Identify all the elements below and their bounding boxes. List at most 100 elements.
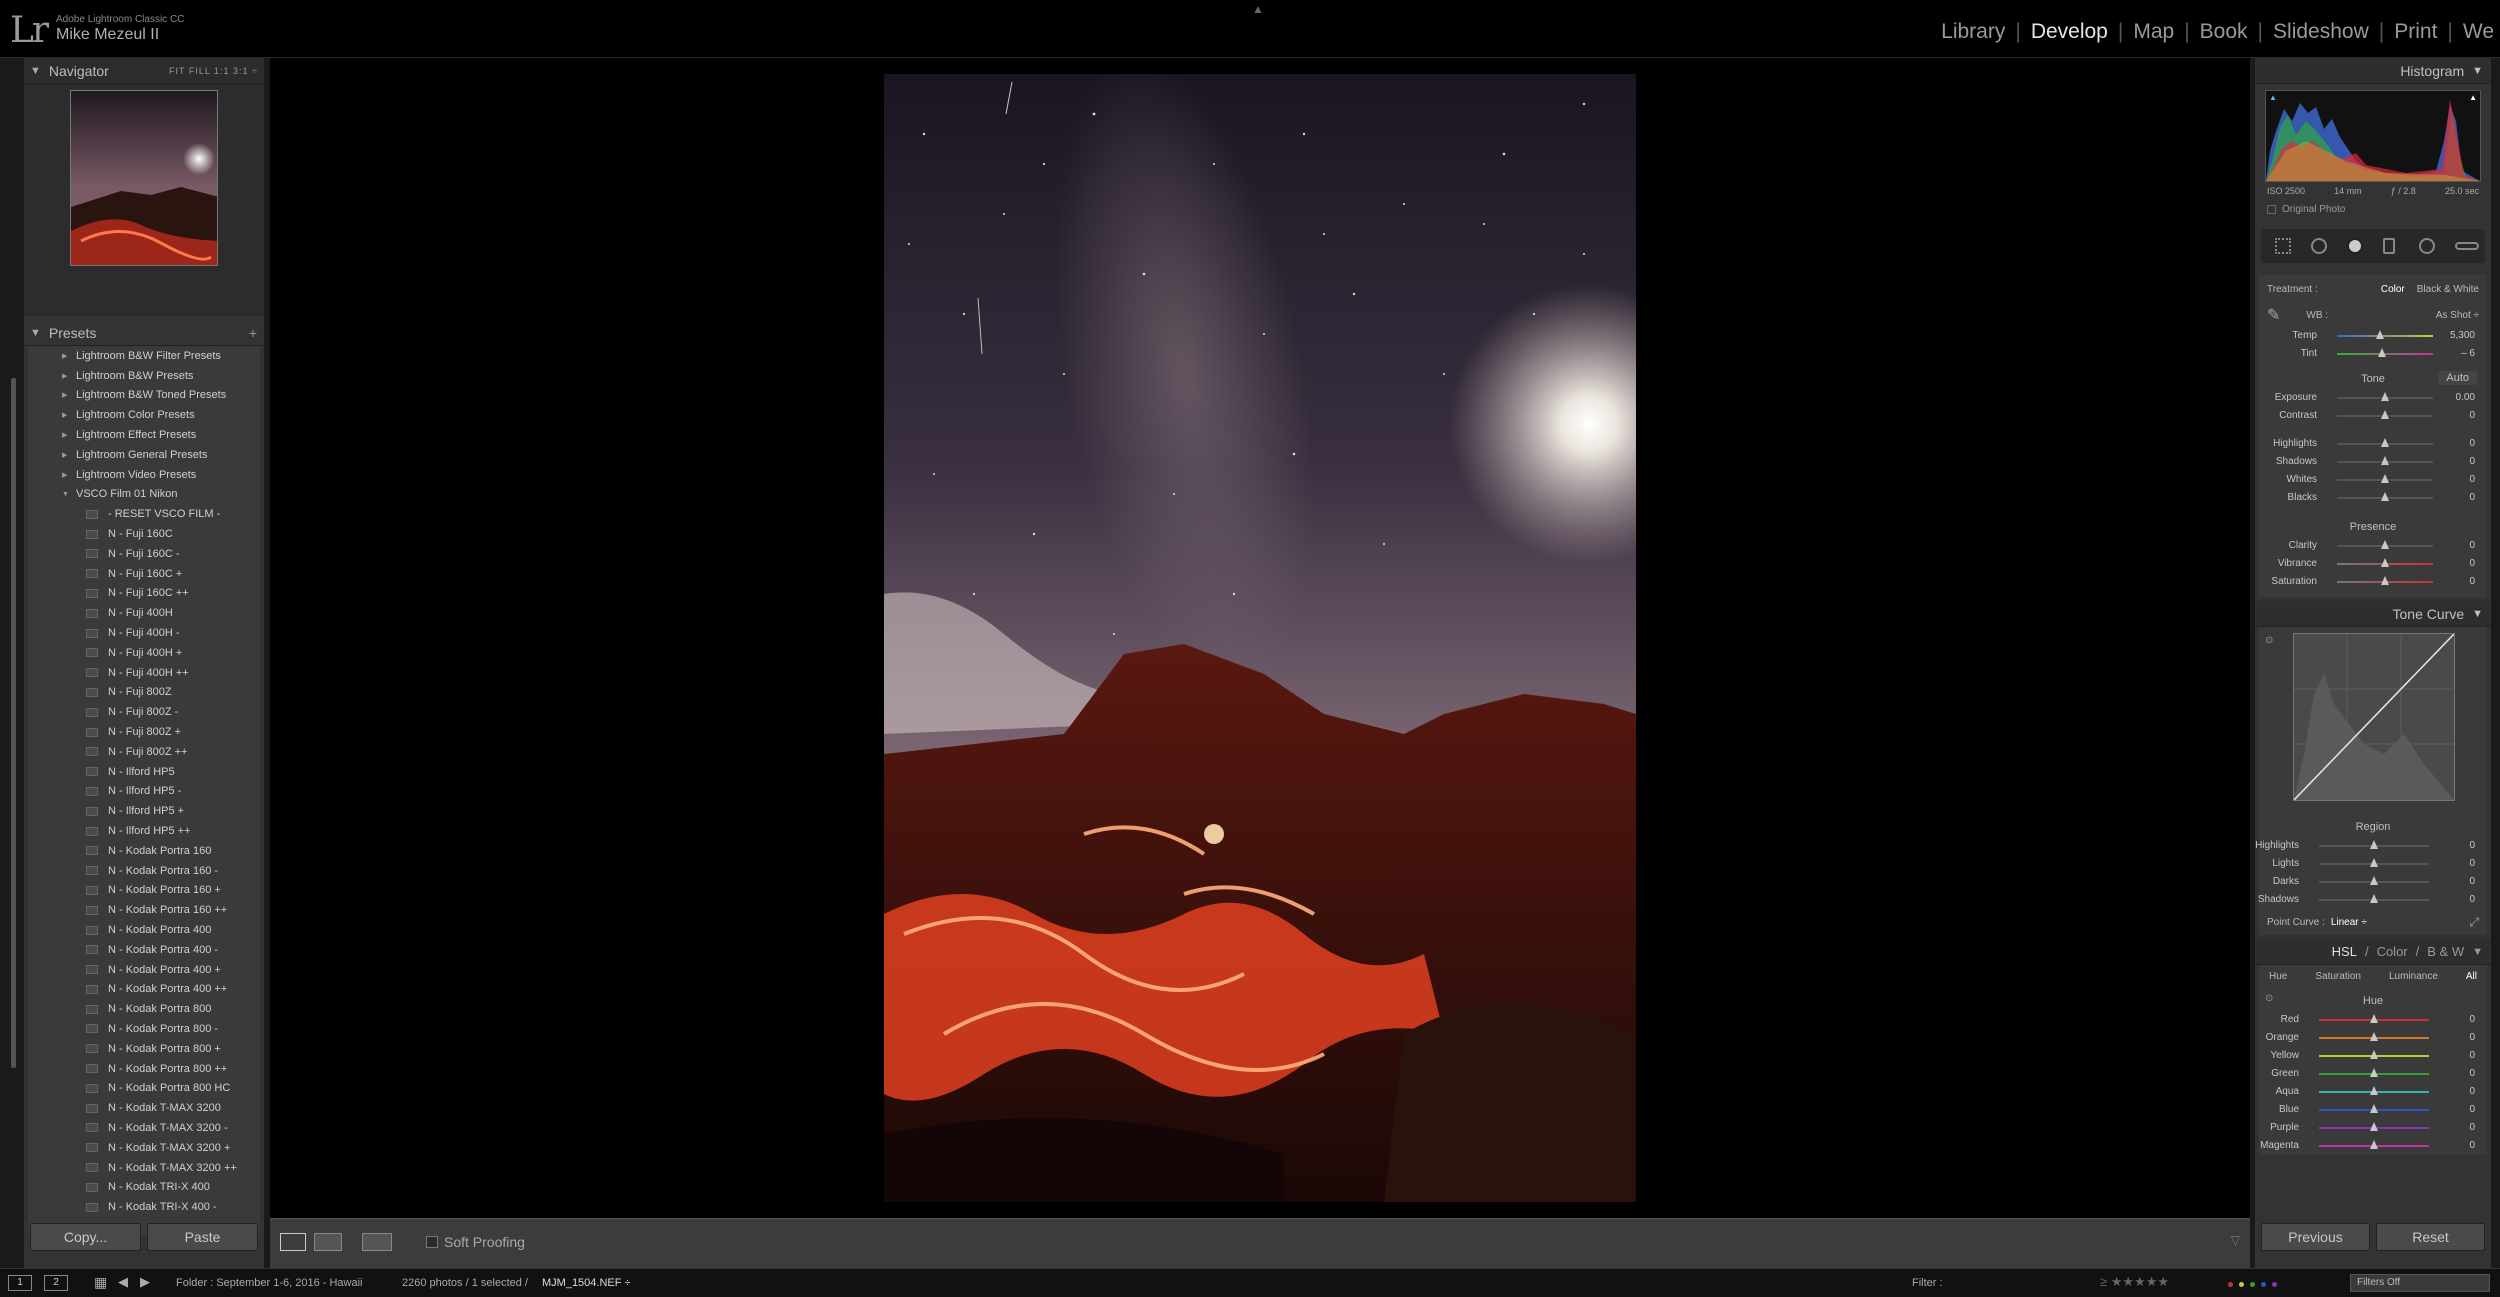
before-after-split-icon[interactable]: [362, 1233, 392, 1251]
preset-folder[interactable]: ▶ Lightroom B&W Filter Presets: [28, 346, 260, 366]
histogram-graph[interactable]: ▲ ▲: [2265, 90, 2481, 182]
vibrance-slider[interactable]: Vibrance 0: [2259, 555, 2487, 573]
slider-thumb[interactable]: [2370, 894, 2378, 903]
grid-view-icon[interactable]: ▦: [94, 1274, 107, 1291]
slider-thumb[interactable]: [2370, 1140, 2378, 1149]
preset-item[interactable]: N - Fuji 800Z ++: [28, 742, 260, 762]
crop-tool-icon[interactable]: [2275, 238, 2291, 254]
module-slideshow[interactable]: Slideshow: [2267, 20, 2375, 44]
module-print[interactable]: Print: [2388, 20, 2443, 44]
expand-triangle-icon[interactable]: ▶: [62, 451, 72, 459]
preset-item[interactable]: N - Kodak Portra 800: [28, 999, 260, 1019]
whites-slider[interactable]: Whites 0: [2259, 471, 2487, 489]
module-book[interactable]: Book: [2194, 20, 2254, 44]
collapse-triangle-icon[interactable]: ▼: [2472, 946, 2483, 958]
expand-triangle-icon[interactable]: ▶: [62, 471, 72, 479]
hue-purple-slider[interactable]: Purple 0: [2259, 1119, 2487, 1137]
tone-curve-header[interactable]: Tone Curve ▼: [2255, 601, 2491, 627]
preset-item[interactable]: N - Kodak Portra 400 +: [28, 960, 260, 980]
tone-curve-graph[interactable]: [2293, 633, 2455, 801]
slider-thumb[interactable]: [2370, 858, 2378, 867]
slider-thumb[interactable]: [2370, 1050, 2378, 1059]
expand-triangle-icon[interactable]: ▶: [62, 372, 72, 380]
left-scrollbar[interactable]: [11, 378, 16, 1068]
preset-folder[interactable]: ▶ Lightroom B&W Presets: [28, 366, 260, 386]
targeted-adjustment-icon[interactable]: ⊙: [2265, 635, 2273, 646]
tab-color[interactable]: Color: [2377, 944, 2408, 959]
highlights-slider[interactable]: Highlights 0: [2259, 435, 2487, 453]
wb-dropdown[interactable]: As Shot ÷: [2436, 310, 2479, 321]
treatment-color-option[interactable]: Color: [2381, 284, 2405, 295]
collapse-triangle-icon[interactable]: ▼: [2472, 65, 2483, 77]
slider-thumb[interactable]: [2370, 1032, 2378, 1041]
preset-item[interactable]: N - Kodak TRI-X 400 -: [28, 1197, 260, 1217]
histogram-header[interactable]: Histogram ▼: [2255, 58, 2491, 84]
filters-dropdown[interactable]: Filters Off: [2350, 1274, 2490, 1292]
purple-label-icon[interactable]: [2272, 1282, 2277, 1287]
slider-thumb[interactable]: [2370, 876, 2378, 885]
collapse-triangle-icon[interactable]: ▼: [30, 65, 41, 77]
original-photo-checkbox[interactable]: [2267, 205, 2276, 214]
expand-triangle-icon[interactable]: ▶: [62, 411, 72, 419]
source-folder[interactable]: Folder : September 1-6, 2016 - Hawaii: [176, 1277, 362, 1289]
collapse-triangle-icon[interactable]: ▼: [62, 491, 72, 498]
preset-item[interactable]: N - Fuji 800Z -: [28, 702, 260, 722]
highlight-clip-indicator-icon[interactable]: ▲: [2469, 93, 2477, 102]
slider-thumb[interactable]: [2370, 840, 2378, 849]
expand-triangle-icon[interactable]: ▶: [62, 352, 72, 360]
preset-item[interactable]: N - Fuji 160C +: [28, 564, 260, 584]
preset-item[interactable]: N - Kodak Portra 160 ++: [28, 900, 260, 920]
soft-proofing-checkbox[interactable]: [426, 1236, 438, 1248]
curve-shadows-slider[interactable]: Shadows 0: [2258, 891, 2487, 909]
preset-item[interactable]: N - Fuji 800Z: [28, 683, 260, 703]
navigator-thumbnail[interactable]: [70, 90, 218, 266]
red-label-icon[interactable]: [2228, 1282, 2233, 1287]
primary-window-button[interactable]: 1: [8, 1275, 32, 1291]
tint-slider[interactable]: Tint – 6: [2259, 345, 2487, 363]
preset-item[interactable]: N - Kodak Portra 800 -: [28, 1019, 260, 1039]
tab-hsl[interactable]: HSL: [2332, 944, 2357, 959]
point-curve-dropdown[interactable]: Linear ÷: [2331, 917, 2367, 928]
secondary-window-button[interactable]: 2: [44, 1275, 68, 1291]
preset-item[interactable]: N - Kodak Portra 400 -: [28, 940, 260, 960]
preset-item[interactable]: N - Fuji 160C: [28, 524, 260, 544]
color-label-filter[interactable]: [2225, 1278, 2280, 1290]
preset-item[interactable]: N - Kodak Portra 800 +: [28, 1039, 260, 1059]
hue-red-slider[interactable]: Red 0: [2259, 1011, 2487, 1029]
slider-thumb[interactable]: [2370, 1014, 2378, 1023]
preset-item[interactable]: N - Fuji 160C ++: [28, 584, 260, 604]
hue-aqua-slider[interactable]: Aqua 0: [2259, 1083, 2487, 1101]
hue-yellow-slider[interactable]: Yellow 0: [2259, 1047, 2487, 1065]
curve-lights-slider[interactable]: Lights 0: [2259, 855, 2487, 873]
preset-item[interactable]: N - Kodak T-MAX 3200 -: [28, 1118, 260, 1138]
navigator-header[interactable]: ▼ Navigator FIT FILL 1:1 3:1 ÷: [24, 58, 264, 84]
subtab-hue[interactable]: Hue: [2269, 971, 2287, 985]
loupe-view-icon[interactable]: [280, 1233, 306, 1251]
preset-folder[interactable]: ▶ Lightroom B&W Toned Presets: [28, 386, 260, 406]
tab-bw[interactable]: B & W: [2427, 944, 2464, 959]
paste-button[interactable]: Paste: [147, 1223, 258, 1251]
preset-item[interactable]: N - Kodak Portra 400: [28, 920, 260, 940]
preset-folder-open[interactable]: ▼ VSCO Film 01 Nikon: [28, 485, 260, 505]
preset-item[interactable]: - RESET VSCO FILM -: [28, 504, 260, 524]
copy-button[interactable]: Copy...: [30, 1223, 141, 1251]
adjustment-brush-icon[interactable]: [2455, 242, 2479, 250]
module-web[interactable]: We: [2457, 20, 2500, 44]
slider-thumb[interactable]: [2370, 1068, 2378, 1077]
collapse-top-arrow-icon[interactable]: ▲: [1252, 2, 1264, 16]
preset-item[interactable]: N - Ilford HP5 +: [28, 801, 260, 821]
presets-header[interactable]: ▼ Presets +: [24, 320, 264, 346]
spot-removal-tool-icon[interactable]: [2311, 238, 2327, 254]
hue-blue-slider[interactable]: Blue 0: [2259, 1101, 2487, 1119]
preset-item[interactable]: N - Fuji 400H ++: [28, 663, 260, 683]
preset-item[interactable]: N - Fuji 400H -: [28, 623, 260, 643]
contrast-slider[interactable]: Contrast 0: [2259, 407, 2487, 425]
preset-item[interactable]: N - Ilford HP5 ++: [28, 821, 260, 841]
toolbar-menu-chevron-icon[interactable]: ▽: [2231, 1233, 2240, 1247]
filename-dropdown[interactable]: MJM_1504.NEF ÷: [542, 1277, 631, 1289]
preset-folder[interactable]: ▶ Lightroom Video Presets: [28, 465, 260, 485]
slider-thumb[interactable]: [2381, 438, 2389, 447]
clarity-slider[interactable]: Clarity 0: [2259, 537, 2487, 555]
slider-thumb[interactable]: [2370, 1104, 2378, 1113]
blue-label-icon[interactable]: [2261, 1282, 2266, 1287]
